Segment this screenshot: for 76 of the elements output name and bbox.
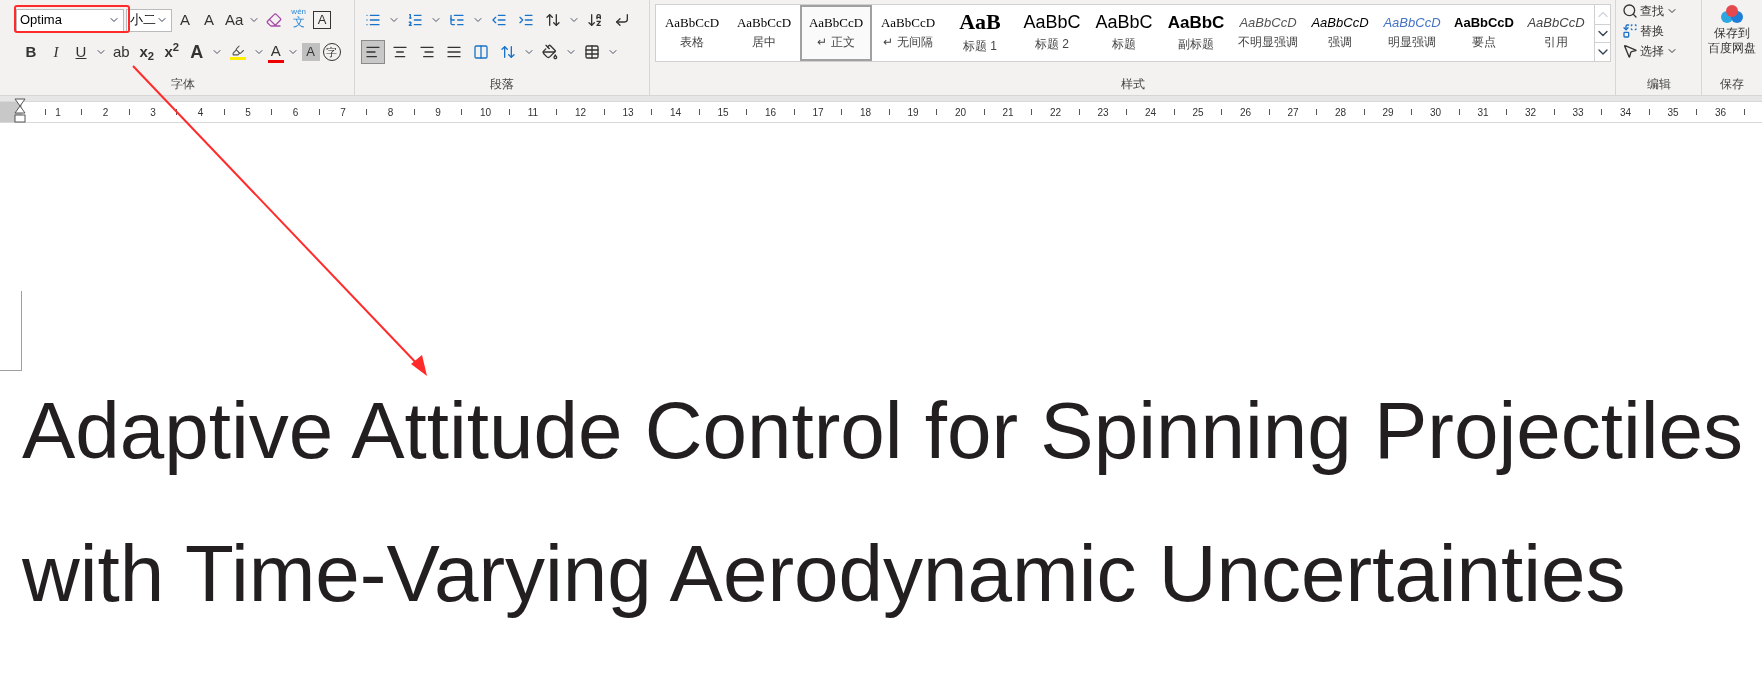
ruler-number: 27 [1287, 105, 1299, 120]
grow-font-button[interactable]: A [174, 8, 196, 32]
ruler-number: 31 [1477, 105, 1489, 120]
ruler-number: 28 [1334, 105, 1347, 120]
document-title-line: Adaptive Attitude Control for Spinning Projectiles [22, 385, 1743, 477]
ruler-number: 12 [574, 105, 587, 120]
ruler-number: 16 [764, 105, 777, 120]
ruler-number: 11 [527, 105, 539, 120]
ruler-number: 21 [1002, 105, 1014, 120]
ruler-number: 25 [1192, 105, 1204, 120]
ruler-number: 15 [717, 105, 729, 120]
bold-button[interactable]: B [20, 40, 42, 64]
character-border-button[interactable]: A [313, 11, 332, 29]
group-label: 段落 [490, 76, 514, 93]
group-label: 保存 [1720, 76, 1744, 93]
ruler-number: 20 [954, 105, 967, 120]
style-item[interactable]: AaBbCcD ↵ 正文 [800, 5, 872, 61]
character-shading-button[interactable]: A [301, 43, 320, 61]
underline-button[interactable]: U [70, 40, 92, 64]
select-button[interactable]: 选择 [1622, 42, 1695, 60]
ruler-number: 3 [150, 105, 156, 120]
style-item[interactable]: AaBbCcD 要点 [1448, 5, 1520, 61]
ruler-number: 26 [1239, 105, 1252, 120]
ruler-number: 7 [340, 105, 346, 120]
ruler-number: 33 [1572, 105, 1584, 120]
save-to-cloud-button[interactable]: 保存到 百度网盘 [1704, 4, 1760, 56]
group-label: 字体 [171, 76, 195, 93]
ruler-number: 2 [102, 105, 109, 120]
ruler-number: 5 [245, 105, 251, 120]
ruler-number: 13 [622, 105, 634, 120]
ruler-number: 8 [387, 105, 394, 120]
strikethrough-button[interactable]: ab [110, 40, 133, 64]
ruler-number: 4 [197, 105, 204, 120]
style-item[interactable]: AaBbCcD 不明显强调 [1232, 5, 1304, 61]
ruler-number: 22 [1049, 105, 1062, 120]
ruler-number: 32 [1524, 105, 1537, 120]
ruler-number: 18 [859, 105, 872, 120]
shrink-font-button[interactable]: A [198, 8, 220, 32]
group-label: 样式 [1121, 76, 1145, 93]
ruler-number: 30 [1429, 105, 1442, 120]
style-item[interactable]: AaBbCcD 引用 [1520, 5, 1592, 61]
ruler-number: 14 [669, 105, 682, 120]
style-item[interactable]: AaBbCcD 明显强调 [1376, 5, 1448, 61]
document-title-line: with Time-Varying Aerodynamic Uncertainties [22, 528, 1626, 620]
ruler-number: 9 [435, 105, 441, 120]
subscript-button[interactable]: x$_{2}$ [135, 40, 158, 64]
ruler-number: 35 [1667, 105, 1679, 120]
style-item[interactable]: AaBbCcD 居中 [728, 5, 800, 61]
style-item[interactable]: AaBbCcD ↵ 无间隔 [872, 5, 944, 61]
italic-button[interactable]: I [45, 40, 67, 64]
font-name-field[interactable]: Optima [16, 8, 124, 32]
style-item[interactable]: AaBbCcD 表格 [656, 5, 728, 61]
ruler-number: 6 [292, 105, 299, 120]
ruler-number: 10 [479, 105, 492, 120]
font-color-button[interactable]: A [267, 41, 284, 63]
group-label: 编辑 [1646, 76, 1671, 93]
replace-button[interactable]: 替换 [1622, 22, 1695, 40]
ruler-number: 34 [1619, 105, 1632, 120]
style-item[interactable]: AaBbCcD 强调 [1304, 5, 1376, 61]
superscript-button[interactable]: x$^{2}$ [160, 40, 183, 64]
style-item[interactable]: AaB 标题 1 [944, 5, 1016, 61]
ruler-number: 19 [907, 105, 919, 120]
ruler-number: 23 [1097, 105, 1109, 120]
ruler-number: 1 [55, 105, 61, 120]
style-item[interactable]: AaBbC 标题 [1088, 5, 1160, 61]
style-item[interactable]: AaBbC 副标题 [1160, 5, 1232, 61]
ruler-number: 29 [1382, 105, 1394, 120]
find-button[interactable]: 查找 [1622, 2, 1695, 20]
ruler-number: 24 [1144, 105, 1157, 120]
change-case-button[interactable]: Aa [222, 8, 247, 32]
phonetic-guide-button[interactable]: wén 文 [288, 8, 310, 32]
ruler-number: 36 [1714, 105, 1727, 120]
font-size-field[interactable]: 小二 [126, 8, 172, 32]
text-effects-button[interactable]: A [185, 40, 208, 64]
ruler-number: 17 [812, 105, 824, 120]
style-item[interactable]: AaBbC 标题 2 [1016, 5, 1088, 61]
